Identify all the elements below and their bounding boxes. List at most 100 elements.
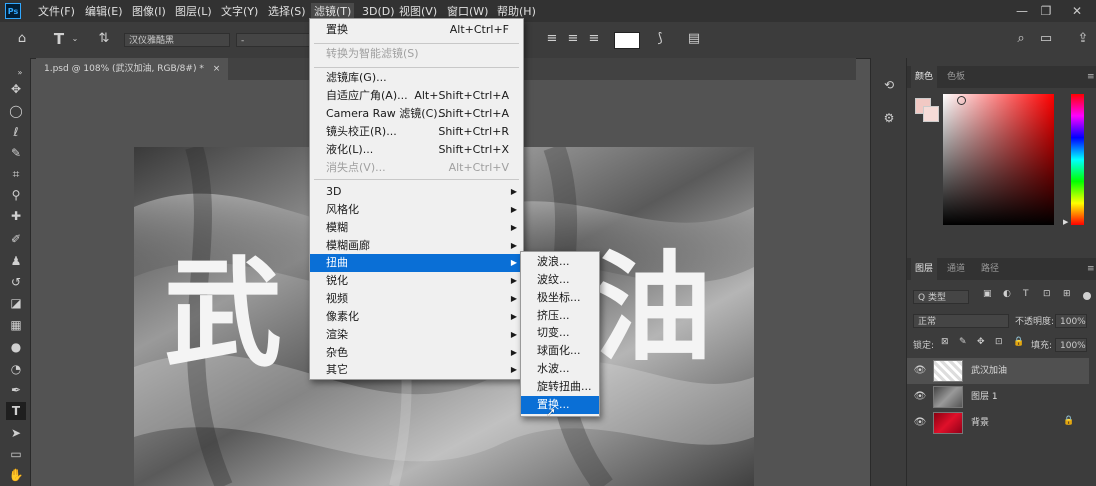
tab-layers[interactable]: 图层 (911, 258, 938, 280)
chevron-down-icon[interactable]: ⌄ (66, 30, 84, 48)
submenu-item-wave[interactable]: 波浪... (521, 253, 599, 271)
filter-toggle-icon[interactable] (1083, 292, 1091, 300)
minimize-button[interactable]: — (1013, 2, 1031, 20)
filter-pixel-icon[interactable]: ▣ (983, 289, 992, 299)
lock-image-icon[interactable]: ✎ (959, 337, 967, 347)
color-picker-cursor[interactable] (957, 96, 966, 105)
eraser-tool-icon[interactable]: ◪ (6, 294, 26, 312)
share-icon[interactable]: ⇪ (1074, 30, 1092, 48)
gradient-tool-icon[interactable]: ▦ (6, 316, 26, 334)
eyedropper-icon[interactable]: ⚲ (6, 186, 26, 204)
submenu-item-displace[interactable]: 置换... (521, 396, 599, 414)
tab-swatches[interactable]: 色板 (943, 66, 969, 88)
close-tab-icon[interactable]: × (213, 64, 221, 74)
menu-item-camera-raw[interactable]: Camera Raw 滤镜(C)... Shift+Ctrl+A (310, 105, 523, 123)
tab-paths[interactable]: 路径 (977, 258, 1003, 280)
menu-item-3d[interactable]: 3D ▶ (310, 183, 523, 201)
lock-transparent-icon[interactable]: ⊠ (941, 337, 949, 347)
background-color-swatch[interactable] (923, 106, 939, 122)
home-icon[interactable]: ⌂ (13, 30, 31, 48)
align-center-icon[interactable]: ≡ (564, 30, 582, 48)
menu-image[interactable]: 图像(I) (129, 3, 169, 20)
menu-item-render[interactable]: 渲染 ▶ (310, 326, 523, 344)
menu-select[interactable]: 选择(S) (265, 3, 309, 20)
menu-item-distort[interactable]: 扭曲 ▶ (310, 254, 523, 272)
menu-item-video[interactable]: 视频 ▶ (310, 290, 523, 308)
fill-field[interactable]: 100% (1055, 338, 1087, 352)
history-brush-icon[interactable]: ↺ (6, 273, 26, 291)
text-orientation-icon[interactable]: ⇅ (95, 30, 113, 48)
menu-item-adaptive-wide-angle[interactable]: 自适应广角(A)... Alt+Shift+Ctrl+A (310, 87, 523, 105)
submenu-item-pinch[interactable]: 挤压... (521, 307, 599, 325)
panel-menu-icon[interactable]: ≡ (1083, 258, 1096, 280)
restore-button[interactable]: ❐ (1037, 2, 1055, 20)
pen-tool-icon[interactable]: ✒ (6, 381, 26, 399)
text-color-swatch[interactable] (614, 32, 640, 49)
menu-item-other[interactable]: 其它 ▶ (310, 361, 523, 379)
opacity-field[interactable]: 100% (1055, 314, 1087, 328)
blur-tool-icon[interactable]: ● (6, 338, 26, 356)
ellipse-marquee-icon[interactable]: ◯ (6, 102, 26, 120)
layer-row[interactable]: 👁 背景 🔒 (907, 410, 1089, 436)
menu-item-stylize[interactable]: 风格化 ▶ (310, 201, 523, 219)
lasso-tool-icon[interactable]: ℓ (6, 123, 26, 141)
quick-selection-icon[interactable]: ✎ (6, 144, 26, 162)
hue-slider[interactable] (1071, 94, 1084, 225)
close-button[interactable]: ✕ (1068, 2, 1086, 20)
menu-item-filter-gallery[interactable]: 滤镜库(G)... (310, 69, 523, 87)
layer-row[interactable]: 👁 图层 1 (907, 384, 1089, 410)
submenu-item-twirl[interactable]: 旋转扭曲... (521, 378, 599, 396)
blend-mode-select[interactable]: 正常 (913, 314, 1009, 328)
filter-smart-object-icon[interactable]: ⊞ (1063, 289, 1071, 299)
menu-item-blur[interactable]: 模糊 ▶ (310, 219, 523, 237)
menu-item-noise[interactable]: 杂色 ▶ (310, 344, 523, 362)
menu-type[interactable]: 文字(Y) (218, 3, 261, 20)
type-tool-icon[interactable]: T (6, 402, 26, 420)
panel-menu-icon[interactable]: ≡ (1083, 66, 1096, 88)
stamp-tool-icon[interactable]: ♟ (6, 252, 26, 270)
submenu-item-polar-coordinates[interactable]: 极坐标... (521, 289, 599, 307)
rectangle-tool-icon[interactable]: ▭ (6, 445, 26, 463)
menu-item-last-filter[interactable]: 置换 Alt+Ctrl+F (310, 21, 523, 39)
lock-position-icon[interactable]: ✥ (977, 337, 985, 347)
menu-item-blur-gallery[interactable]: 模糊画廊 ▶ (310, 237, 523, 255)
crop-tool-icon[interactable]: ⌗ (6, 165, 26, 183)
hue-slider-handle-icon[interactable]: ▶ (1063, 218, 1068, 226)
properties-panel-icon[interactable]: ⚙ (880, 109, 898, 127)
tab-color[interactable]: 颜色 (911, 66, 938, 88)
visibility-eye-icon[interactable]: 👁 (913, 364, 927, 378)
lock-all-icon[interactable]: 🔒 (1013, 337, 1024, 347)
lock-artboard-icon[interactable]: ⊡ (995, 337, 1003, 347)
submenu-item-ripple[interactable]: 波纹... (521, 271, 599, 289)
menu-file[interactable]: 文件(F) (35, 3, 78, 20)
character-panel-icon[interactable]: ▤ (685, 30, 703, 48)
menu-item-vanishing-point[interactable]: 消失点(V)... Alt+Ctrl+V (310, 159, 523, 177)
filter-shape-icon[interactable]: ⊡ (1043, 289, 1051, 299)
visibility-eye-icon[interactable]: 👁 (913, 416, 927, 430)
submenu-item-zigzag[interactable]: 水波... (521, 360, 599, 378)
menu-item-lens-correction[interactable]: 镜头校正(R)... Shift+Ctrl+R (310, 123, 523, 141)
hand-tool-icon[interactable]: ✋ (6, 466, 26, 484)
submenu-item-spherize[interactable]: 球面化... (521, 342, 599, 360)
align-left-icon[interactable]: ≡ (543, 30, 561, 48)
font-style-select[interactable]: - (236, 33, 310, 47)
menu-item-pixelate[interactable]: 像素化 ▶ (310, 308, 523, 326)
align-right-icon[interactable]: ≡ (585, 30, 603, 48)
menu-layer[interactable]: 图层(L) (172, 3, 215, 20)
search-icon[interactable]: ⌕ (1012, 30, 1030, 48)
visibility-eye-icon[interactable]: 👁 (913, 390, 927, 404)
submenu-item-shear[interactable]: 切变... (521, 324, 599, 342)
move-tool-icon[interactable]: ✥ (6, 80, 26, 98)
history-panel-icon[interactable]: ⟲ (880, 76, 898, 94)
document-tab[interactable]: 1.psd @ 108% (武汉加油, RGB/8#) * × (36, 58, 229, 80)
warp-text-icon[interactable]: ⟆ (651, 30, 669, 48)
menu-item-sharpen[interactable]: 锐化 ▶ (310, 272, 523, 290)
path-selection-icon[interactable]: ➤ (6, 424, 26, 442)
workspace-icon[interactable]: ▭ (1037, 30, 1055, 48)
filter-type-icon[interactable]: T (1023, 289, 1029, 299)
layer-row[interactable]: 👁 武汉加油 (907, 358, 1089, 384)
color-picker-field[interactable] (943, 94, 1054, 225)
photoshop-logo-icon[interactable]: Ps (5, 3, 21, 19)
layer-filter-select[interactable]: Q 类型 (913, 290, 969, 304)
menu-edit[interactable]: 编辑(E) (82, 3, 126, 20)
